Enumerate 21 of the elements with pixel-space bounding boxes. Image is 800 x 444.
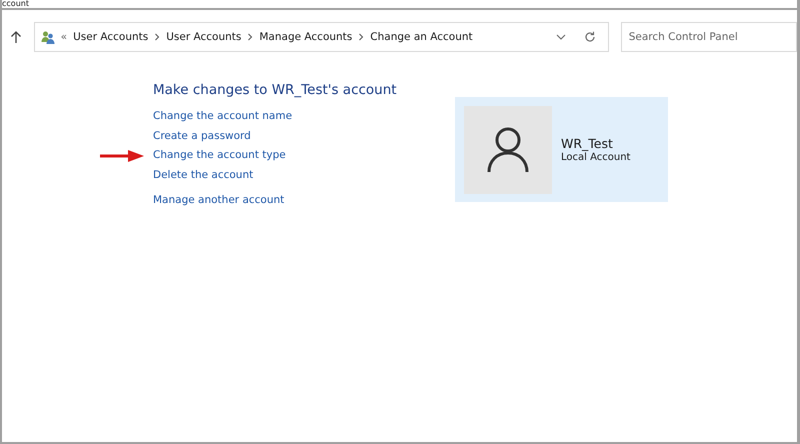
breadcrumb-item[interactable]: User Accounts: [166, 31, 242, 43]
chevron-right-icon: [358, 33, 364, 41]
address-bar[interactable]: « User Accounts User Accounts Manage Accounts Change an Account: [34, 22, 609, 52]
page-heading: Make changes to WR_Test's account: [153, 82, 398, 98]
window-title: ccount: [2, 0, 29, 8]
task-link[interactable]: Delete the account: [153, 166, 254, 185]
chevron-right-icon: [247, 33, 254, 41]
account-name: WR_Test: [561, 136, 614, 152]
account-type: Local Account: [561, 152, 630, 163]
breadcrumb-item[interactable]: User Accounts: [73, 31, 148, 43]
overflow-chevron[interactable]: «: [60, 31, 68, 43]
users-icon: [40, 30, 55, 44]
task-link[interactable]: Create a password: [153, 126, 251, 146]
task-link[interactable]: Change the account type: [153, 146, 286, 166]
user-silhouette-icon: [487, 126, 529, 172]
search-field[interactable]: Search Control Panel: [620, 22, 797, 52]
breadcrumb-item[interactable]: Manage Accounts: [259, 31, 352, 43]
task-link[interactable]: Change the account name: [153, 107, 292, 126]
breadcrumb-item[interactable]: Change an Account: [370, 31, 473, 43]
chevron-right-icon: [154, 33, 160, 41]
task-link[interactable]: Manage another account: [153, 191, 284, 210]
